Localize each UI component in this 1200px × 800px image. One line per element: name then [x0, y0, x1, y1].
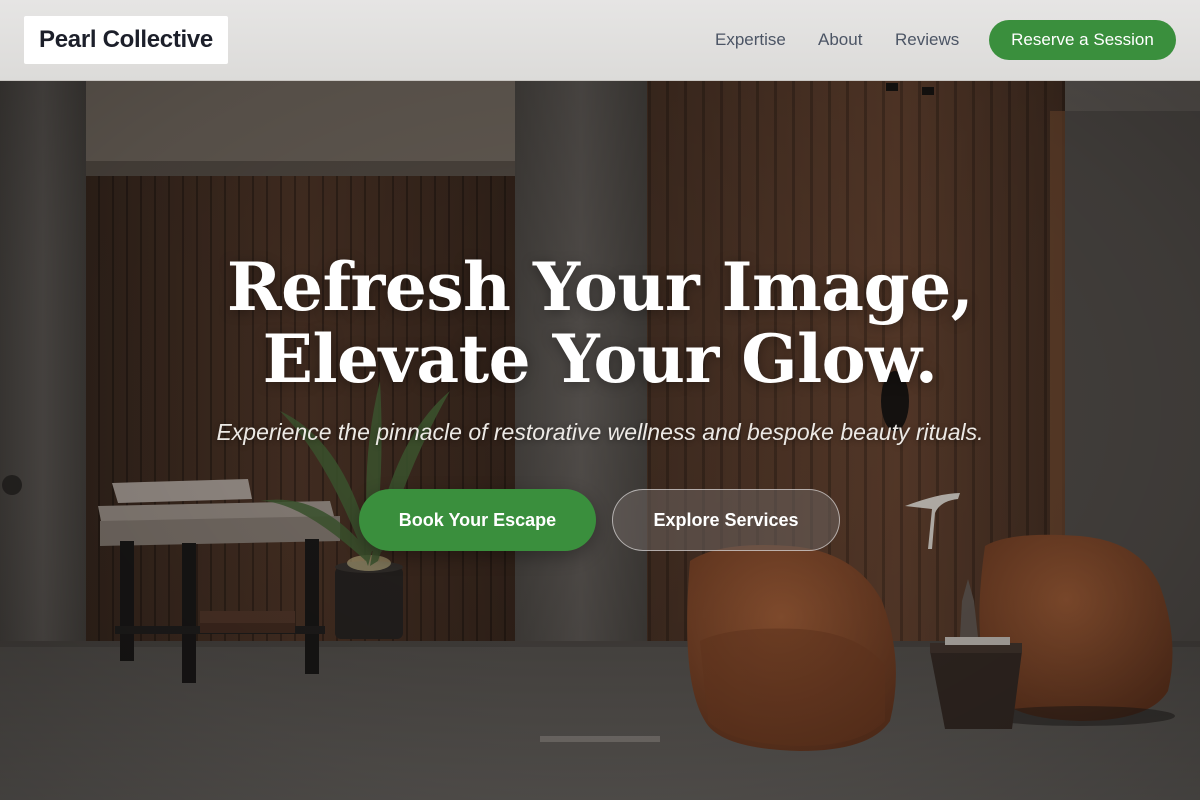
hero-title: Refresh Your Image, Elevate Your Glow. [0, 251, 1200, 395]
explore-services-button[interactable]: Explore Services [612, 489, 840, 551]
nav-link-expertise[interactable]: Expertise [715, 30, 786, 50]
nav-link-about[interactable]: About [818, 30, 862, 50]
brand-logo[interactable]: Pearl Collective [24, 16, 228, 64]
book-escape-button[interactable]: Book Your Escape [359, 489, 596, 551]
hero-title-line-2: Elevate Your Glow. [262, 320, 938, 398]
hero-title-line-1: Refresh Your Image, [226, 248, 974, 326]
nav-link-reviews[interactable]: Reviews [895, 30, 959, 50]
hero-section: Refresh Your Image, Elevate Your Glow. E… [0, 81, 1200, 800]
site-header: Pearl Collective Expertise About Reviews… [0, 0, 1200, 81]
reserve-session-button[interactable]: Reserve a Session [989, 20, 1176, 60]
hero-subtitle: Experience the pinnacle of restorative w… [216, 419, 984, 445]
